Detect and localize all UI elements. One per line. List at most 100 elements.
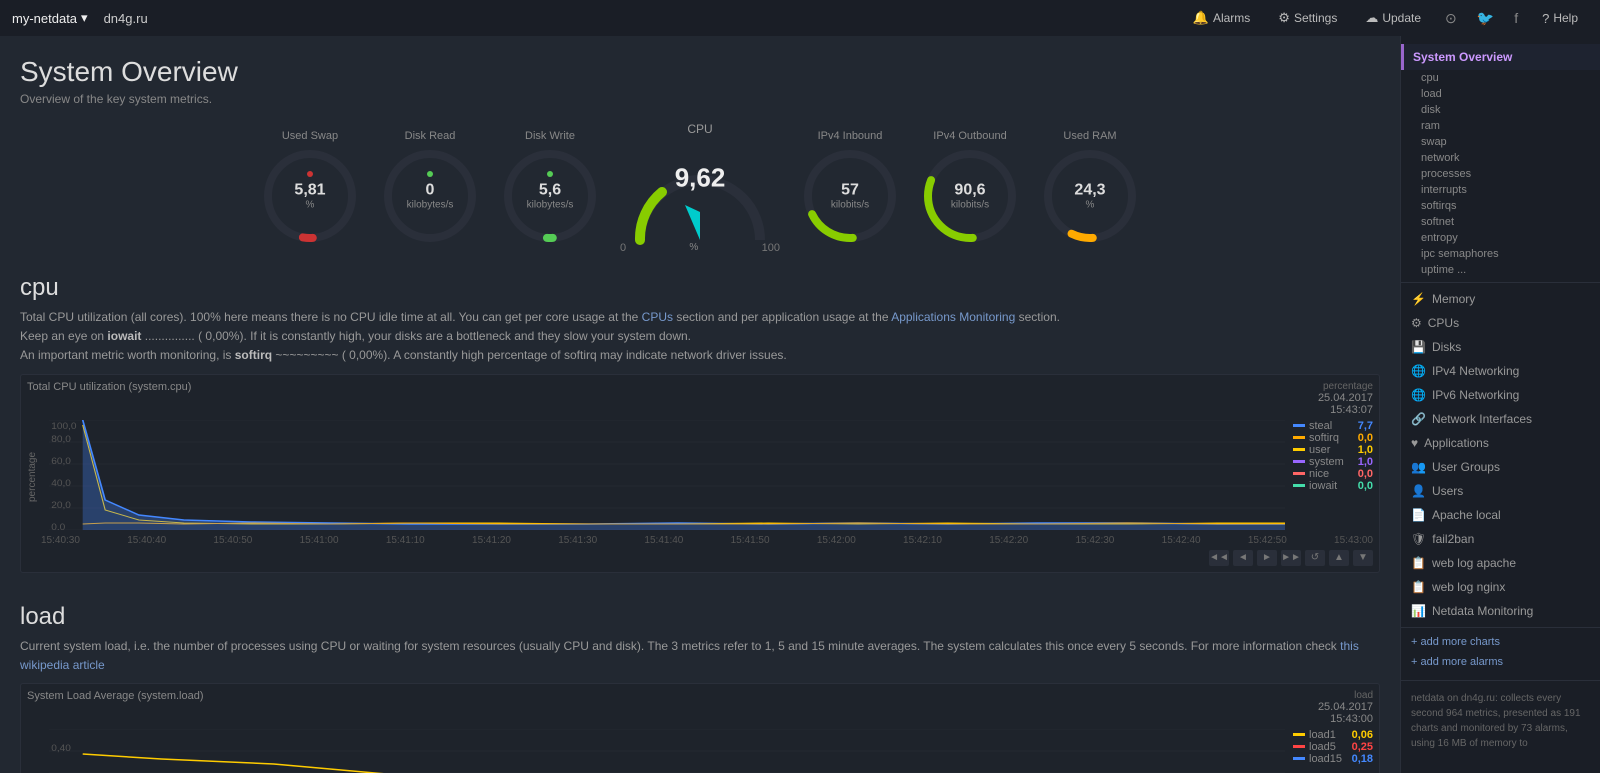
cpu-percentage-label: percentage [1318,381,1373,392]
alarms-button[interactable]: 🔔 Alarms [1183,6,1261,30]
sidebar-section-label: Disks [1432,340,1461,354]
cpu-nav-prev[interactable]: ◄ [1233,550,1253,566]
add-more-alarms[interactable]: + add more alarms [1401,652,1600,672]
sidebar-subitem-disk[interactable]: disk [1401,102,1600,118]
load-chart-title: System Load Average (system.load) [27,690,204,702]
svg-text:100,0: 100,0 [51,421,76,431]
sidebar-section-memory[interactable]: ⚡Memory [1401,287,1600,311]
load-section-desc: Current system load, i.e. the number of … [20,637,1380,675]
sidebar-section-apache-local[interactable]: 📄Apache local [1401,503,1600,527]
ipv4-in-label: IPv4 Inbound [818,130,883,142]
help-button[interactable]: ? Help [1532,7,1588,30]
main-content: System Overview Overview of the key syst… [0,36,1400,773]
cpu-section-title: cpu [20,274,1380,302]
topnav: my-netdata ▾ dn4g.ru 🔔 Alarms ⚙ Settings… [0,0,1600,36]
sidebar-section-icon: 📋 [1411,580,1426,594]
sidebar-active-item[interactable]: System Overview [1401,44,1600,70]
sidebar-section-label: User Groups [1432,460,1500,474]
load-legend-item-load1: load10,06 [1293,729,1373,741]
sidebar-section-disks[interactable]: 💾 Disks [1401,335,1600,359]
update-button[interactable]: ☁ Update [1355,6,1431,30]
github-button[interactable]: ⊙ [1439,6,1463,31]
cpu-softirq-desc: An important metric worth monitoring, is… [20,348,787,362]
cpu-legend-item-softirq: softirq0,0 [1293,432,1373,444]
sidebar-subitem-softnet[interactable]: softnet [1401,214,1600,230]
used-swap-unit: % [294,199,325,210]
cpus-link[interactable]: CPUs [642,310,673,324]
apps-monitoring-link[interactable]: Applications Monitoring [891,310,1015,324]
add-more-charts[interactable]: + add more charts [1401,632,1600,652]
sidebar-subitem-processes[interactable]: processes [1401,166,1600,182]
sidebar-section-icon: 🔗 [1411,412,1426,426]
disk-write-value: 5,6 [527,182,574,200]
cpu-gauge-label: CPU [687,122,712,136]
cpu-legend-item-steal: steal7,7 [1293,420,1373,432]
load-legend-item-load5: load50,25 [1293,741,1373,753]
sidebar-section-web-log-apache[interactable]: 📋web log apache [1401,551,1600,575]
load-section: load Current system load, i.e. the numbe… [20,603,1380,773]
cpu-nav-next[interactable]: ► [1257,550,1277,566]
load-chart-area: 0,00 0,20 0,40 [49,729,1285,773]
sidebar-subitem-swap[interactable]: swap [1401,134,1600,150]
cpu-big-gauge: CPU 9,62 0 % [620,122,780,254]
sidebar-subitem-cpu[interactable]: cpu [1401,70,1600,86]
sidebar-section-icon: 👥 [1411,460,1426,474]
cpu-legend-item-iowait: iowait0,0 [1293,480,1373,492]
sidebar-section-label: CPUs [1428,316,1459,330]
sidebar-section-user-groups[interactable]: 👥 User Groups [1401,455,1600,479]
svg-text:20,0: 20,0 [51,500,71,510]
cpu-nav-prev-fast[interactable]: ◄◄ [1209,550,1229,566]
cpu-nav-zoom-in[interactable]: ▲ [1329,550,1349,566]
ipv4-out-unit: kilobits/s [951,199,989,210]
sidebar-subitem-interrupts[interactable]: interrupts [1401,182,1600,198]
brand-chevron: ▾ [81,10,88,26]
sidebar-subitem-softirqs[interactable]: softirqs [1401,198,1600,214]
sidebar-section-applications[interactable]: ♥Applications [1401,431,1600,455]
sidebar-section-label: Apache local [1432,508,1501,522]
twitter-button[interactable]: 🐦 [1471,6,1500,31]
sidebar-section-ipv6-networking[interactable]: 🌐IPv6 Networking [1401,383,1600,407]
sidebar-section-fail2ban[interactable]: 🛡fail2ban [1401,527,1600,551]
sidebar-subitem-entropy[interactable]: entropy [1401,230,1600,246]
sidebar-section-label: IPv6 Networking [1432,388,1519,402]
disk-write-label: Disk Write [525,130,575,142]
cpu-section: cpu Total CPU utilization (all cores). 1… [20,274,1380,573]
brand-dropdown[interactable]: my-netdata ▾ [12,10,88,26]
sidebar-section-users[interactable]: 👤Users [1401,479,1600,503]
sidebar-section-icon: 💾 [1411,340,1426,354]
used-ram-value: 24,3 [1074,182,1105,200]
sidebar-section-network-interfaces[interactable]: 🔗Network Interfaces [1401,407,1600,431]
cpu-nav-zoom-out[interactable]: ▼ [1353,550,1373,566]
disk-write-circle: 5,6 kilobytes/s [500,146,600,246]
sidebar-section-icon: 🌐 [1411,364,1426,378]
sidebar-subitem-ipc-semaphores[interactable]: ipc semaphores [1401,246,1600,262]
sidebar-section-icon: 📊 [1411,604,1426,618]
sidebar-section-ipv4-networking[interactable]: 🌐IPv4 Networking [1401,359,1600,383]
sidebar-subitem-load[interactable]: load [1401,86,1600,102]
sidebar-subitem-ram[interactable]: ram [1401,118,1600,134]
sidebar-section-icon: 👤 [1411,484,1426,498]
sidebar-section-icon: 📋 [1411,556,1426,570]
sidebar-section-web-log-nginx[interactable]: 📋web log nginx [1401,575,1600,599]
cpu-desc2: section and per application usage at the [676,310,888,324]
load-y-label: load [27,729,41,773]
disk-read-unit: kilobytes/s [407,199,454,210]
cpu-nav-reset[interactable]: ↺ [1305,550,1325,566]
cpu-iowait-desc: Keep an eye on iowait ............... ( … [20,329,691,343]
ipv4-in-unit: kilobits/s [831,199,869,210]
facebook-button[interactable]: f [1508,6,1524,30]
cpu-y-label: percentage [27,420,41,533]
cpu-nav-next-fast[interactable]: ►► [1281,550,1301,566]
sidebar-section-cpus[interactable]: ⚙CPUs [1401,311,1600,335]
svg-text:0,40: 0,40 [51,743,71,753]
sidebar-subitem-uptime-...[interactable]: uptime ... [1401,262,1600,278]
cpu-legend-item-nice: nice0,0 [1293,468,1373,480]
load-section-title: load [20,603,1380,631]
used-ram-label: Used RAM [1063,130,1116,142]
settings-button[interactable]: ⚙ Settings [1268,6,1347,30]
ipv4-outbound-gauge: IPv4 Outbound 90,6 kilobits/s [920,130,1020,246]
help-label: Help [1553,11,1578,25]
sidebar-subitem-network[interactable]: network [1401,150,1600,166]
sidebar-section-netdata-monitoring[interactable]: 📊 Netdata Monitoring [1401,599,1600,623]
sidebar-section-label: Netdata Monitoring [1432,604,1533,618]
